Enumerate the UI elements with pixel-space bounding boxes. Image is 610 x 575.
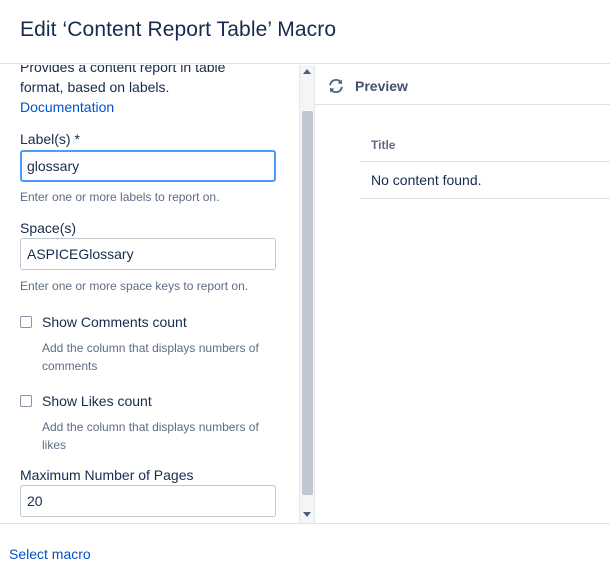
- labels-hint: Enter one or more labels to report on.: [20, 190, 220, 204]
- select-macro-link[interactable]: Select macro: [9, 546, 91, 562]
- spaces-input[interactable]: [20, 238, 276, 270]
- preview-header: Preview: [315, 65, 610, 105]
- show-likes-label[interactable]: Show Likes count: [42, 393, 152, 409]
- max-pages-input[interactable]: [20, 485, 276, 517]
- column-header-title: Title: [371, 138, 396, 152]
- dialog-footer: Select macro: [0, 523, 610, 575]
- scroll-thumb[interactable]: [302, 111, 313, 495]
- refresh-icon[interactable]: [327, 77, 345, 95]
- spaces-hint: Enter one or more space keys to report o…: [20, 279, 249, 293]
- preview-table-header: Title: [360, 130, 610, 162]
- scroll-up-arrow-icon[interactable]: [303, 69, 311, 74]
- dialog-title: Edit ‘Content Report Table’ Macro: [20, 18, 337, 41]
- empty-message: No content found.: [371, 172, 482, 188]
- labels-field-label: Label(s) *: [20, 131, 80, 147]
- dialog-header: Edit ‘Content Report Table’ Macro: [0, 0, 610, 64]
- show-likes-hint: Add the column that displays numbers of …: [42, 420, 259, 452]
- macro-parameters-panel: Provides a content report in table forma…: [0, 65, 300, 523]
- labels-input[interactable]: [20, 150, 276, 182]
- macro-description: Provides a content report in table forma…: [20, 65, 226, 95]
- show-likes-checkbox[interactable]: [20, 395, 32, 407]
- max-pages-field-label: Maximum Number of Pages: [20, 467, 194, 483]
- spaces-field-label: Space(s): [20, 220, 77, 236]
- table-row: No content found.: [360, 162, 610, 199]
- scroll-down-arrow-icon[interactable]: [303, 512, 311, 517]
- show-comments-label[interactable]: Show Comments count: [42, 314, 187, 330]
- documentation-link[interactable]: Documentation: [20, 99, 114, 115]
- show-comments-checkbox[interactable]: [20, 316, 32, 328]
- preview-panel: Preview Title No content found.: [315, 65, 610, 523]
- parameters-scrollbar[interactable]: [299, 65, 315, 523]
- preview-label: Preview: [355, 78, 408, 94]
- show-comments-hint: Add the column that displays numbers of …: [42, 341, 259, 373]
